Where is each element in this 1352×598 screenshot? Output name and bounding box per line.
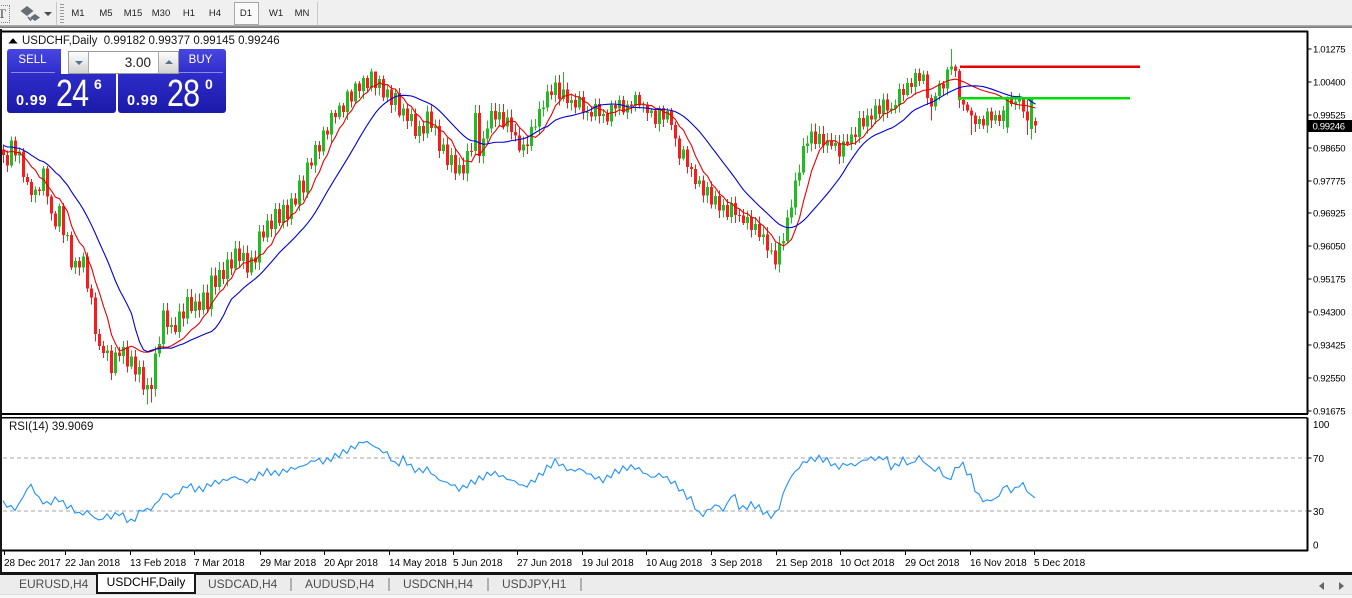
svg-text:20 Apr 2018: 20 Apr 2018 bbox=[324, 558, 378, 569]
svg-text:10 Aug 2018: 10 Aug 2018 bbox=[646, 558, 703, 569]
svg-text:100: 100 bbox=[1313, 420, 1330, 431]
svg-text:5 Dec 2018: 5 Dec 2018 bbox=[1034, 558, 1086, 569]
svg-text:0.94300: 0.94300 bbox=[1313, 308, 1345, 319]
svg-text:0.99525: 0.99525 bbox=[1313, 111, 1345, 122]
svg-text:13 Feb 2018: 13 Feb 2018 bbox=[130, 558, 187, 569]
svg-text:1.00400: 1.00400 bbox=[1313, 78, 1345, 89]
svg-text:28 Dec 2017: 28 Dec 2017 bbox=[4, 558, 61, 569]
svg-text:21 Sep 2018: 21 Sep 2018 bbox=[776, 558, 833, 569]
svg-text:14 May 2018: 14 May 2018 bbox=[389, 558, 447, 569]
svg-text:0.93425: 0.93425 bbox=[1313, 341, 1345, 352]
svg-text:0.91675: 0.91675 bbox=[1313, 407, 1345, 418]
svg-text:30: 30 bbox=[1313, 507, 1324, 518]
svg-text:10 Oct 2018: 10 Oct 2018 bbox=[840, 558, 895, 569]
svg-text:0.99246: 0.99246 bbox=[1313, 121, 1345, 132]
svg-text:5 Jun 2018: 5 Jun 2018 bbox=[453, 558, 503, 569]
svg-text:27 Jun 2018: 27 Jun 2018 bbox=[517, 558, 572, 569]
svg-text:19 Jul 2018: 19 Jul 2018 bbox=[582, 558, 634, 569]
svg-text:0.96925: 0.96925 bbox=[1313, 209, 1345, 220]
svg-text:16 Nov 2018: 16 Nov 2018 bbox=[970, 558, 1027, 569]
svg-text:22 Jan 2018: 22 Jan 2018 bbox=[65, 558, 120, 569]
svg-text:1.01275: 1.01275 bbox=[1313, 45, 1345, 56]
svg-text:0: 0 bbox=[1313, 541, 1319, 552]
svg-text:0.97775: 0.97775 bbox=[1313, 177, 1345, 188]
svg-text:3 Sep 2018: 3 Sep 2018 bbox=[711, 558, 763, 569]
svg-text:70: 70 bbox=[1313, 454, 1324, 465]
svg-text:0.95175: 0.95175 bbox=[1313, 275, 1345, 286]
svg-text:USDCHF,Daily 0.99182 0.99377: USDCHF,Daily 0.99182 0.99377 0.99145 0.9… bbox=[22, 35, 280, 47]
svg-text:0.92550: 0.92550 bbox=[1313, 374, 1345, 385]
svg-text:29 Oct 2018: 29 Oct 2018 bbox=[905, 558, 960, 569]
svg-text:7 Mar 2018: 7 Mar 2018 bbox=[194, 558, 245, 569]
svg-text:0.98650: 0.98650 bbox=[1313, 144, 1345, 155]
svg-text:RSI(14) 39.9069: RSI(14) 39.9069 bbox=[9, 421, 93, 433]
svg-text:0.96050: 0.96050 bbox=[1313, 242, 1345, 253]
svg-text:29 Mar 2018: 29 Mar 2018 bbox=[260, 558, 317, 569]
